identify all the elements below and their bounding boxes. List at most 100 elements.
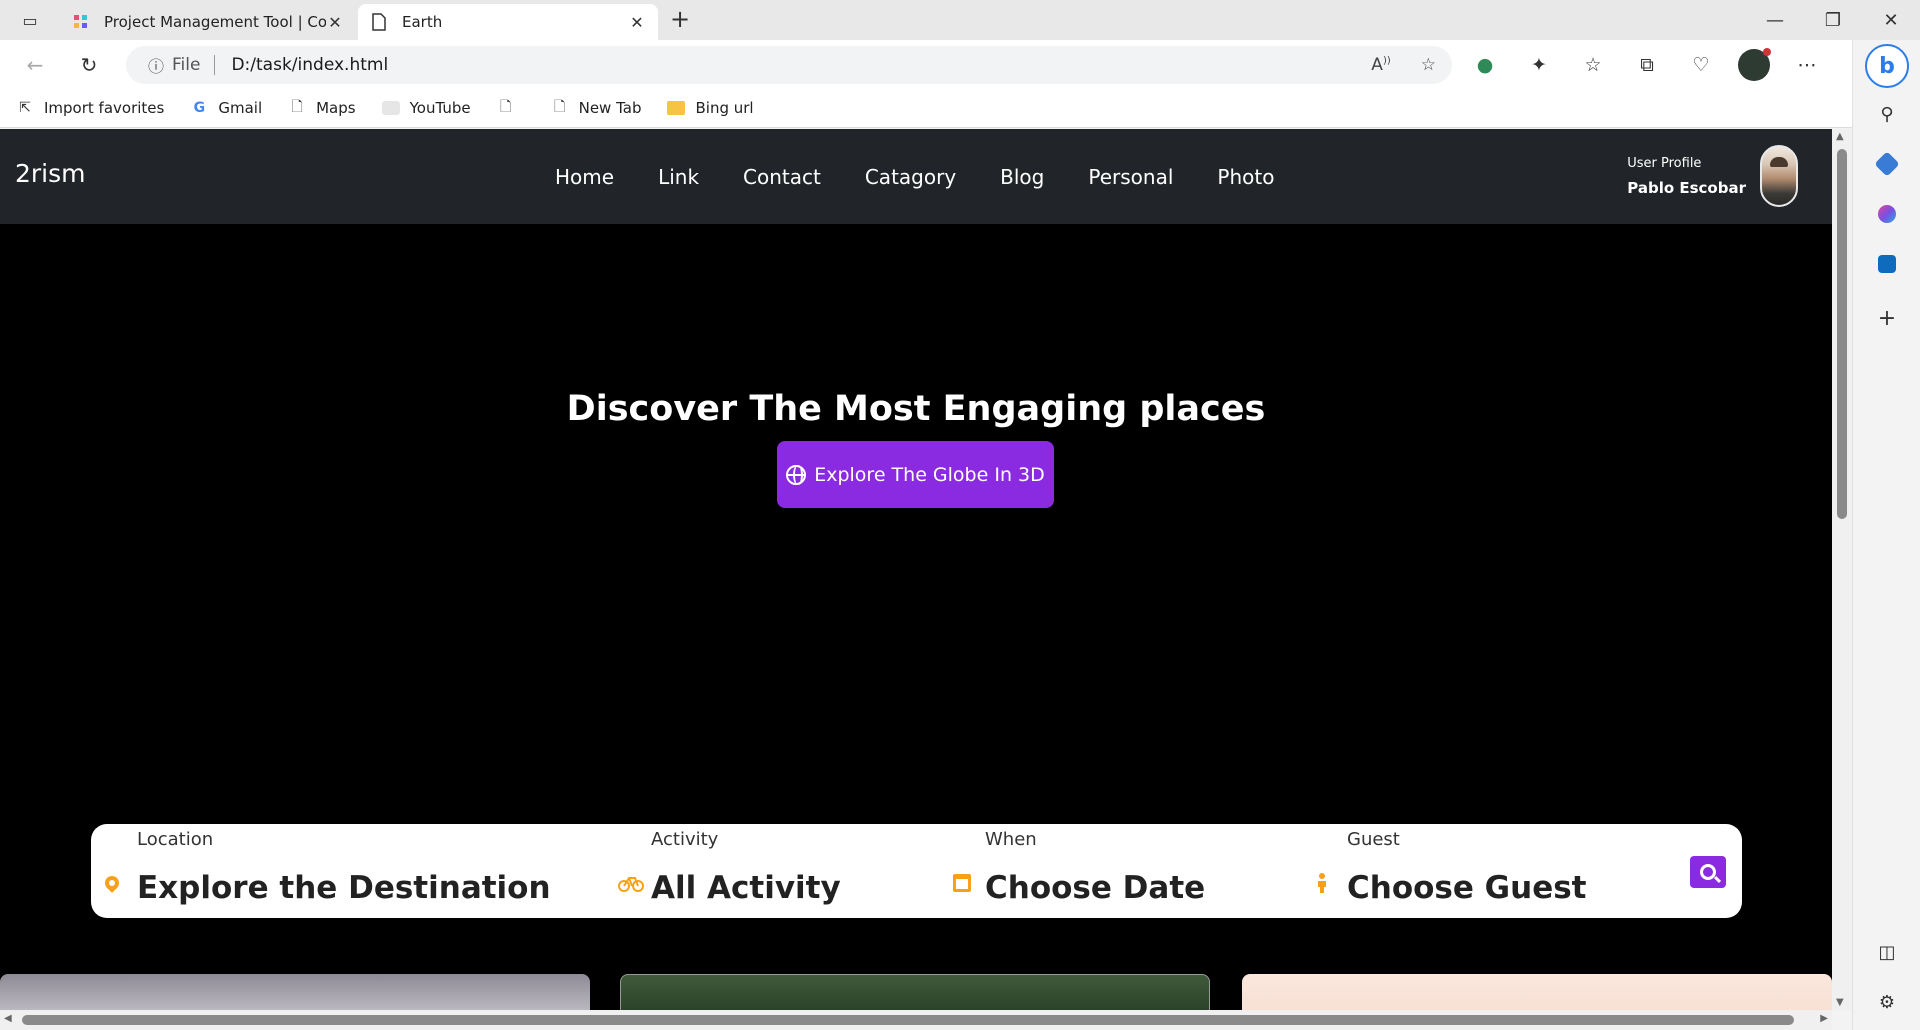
destination-card[interactable] [1242,974,1832,1010]
bookmark-bing-url[interactable]: Bing url [667,98,754,117]
activity-field[interactable]: Activity All Activity [611,824,911,918]
favicon-icon [72,13,90,31]
favorite-star-icon[interactable]: ☆ [1421,55,1436,75]
address-url[interactable]: D:/task/index.html [231,55,388,75]
google-icon: G [193,99,206,116]
explore-globe-button[interactable]: Explore The Globe In 3D [777,441,1054,508]
search-icon[interactable]: ⚲ [1873,100,1901,128]
tab-project-management[interactable]: Project Management Tool | Code ✕ [60,4,356,40]
import-icon: ⇱ [19,99,31,116]
youtube-icon [381,99,400,117]
destination-card[interactable] [0,974,590,1010]
bookmark-label: Bing url [695,98,754,117]
bookmark-youtube[interactable]: YouTube [381,99,471,117]
search-icon [1700,864,1716,880]
tab-strip: ▭ Project Management Tool | Code ✕ Earth… [0,0,1920,40]
profile-label: User Profile [1627,155,1702,171]
search-panel: Location Explore the Destination Activit… [91,824,1742,918]
scroll-up-icon[interactable]: ▲ [1836,131,1844,142]
close-tab-icon[interactable]: ✕ [628,13,646,32]
window-controls: — ❐ ✕ [1746,0,1920,40]
bookmark-import-favorites[interactable]: ⇱ Import favorites [16,99,164,117]
refresh-icon[interactable]: ↻ [72,48,106,82]
extension-globe-icon[interactable]: ● [1468,48,1502,82]
brand-logo[interactable]: 2rism [15,159,86,188]
nav-personal[interactable]: Personal [1066,165,1195,189]
guest-field[interactable]: Guest Choose Guest [1307,824,1667,918]
maximize-icon[interactable]: ❐ [1804,0,1862,40]
extension-icons: ● ✦ ☆ ⧉ ♡ ⋯ [1468,48,1824,82]
close-tab-icon[interactable]: ✕ [326,13,344,32]
profile-text: User Profile Pablo Escobar [1627,156,1746,197]
favorites-icon[interactable]: ☆ [1576,48,1610,82]
tab-title: Project Management Tool | Code [104,13,326,31]
address-bar[interactable]: ⓘ File D:/task/index.html A)) ☆ [126,46,1452,84]
address-scheme: File [172,55,201,75]
read-aloud-icon[interactable]: A)) [1371,55,1390,75]
bookmark-label: New Tab [578,98,642,117]
bookmark-new-tab[interactable]: 🗋 New Tab [551,99,642,117]
back-icon[interactable]: ← [18,48,52,82]
location-field[interactable]: Location Explore the Destination [91,824,591,918]
extensions-icon[interactable]: ✦ [1522,48,1556,82]
edge-sidebar: b ⚲ + ◫ ⚙ [1852,40,1920,1030]
main-menu: Home Link Contact Catagory Blog Personal… [533,129,1296,224]
settings-gear-icon[interactable]: ⚙ [1873,988,1901,1016]
map-pin-icon [101,872,123,894]
nav-catagory[interactable]: Catagory [843,165,978,189]
nav-contact[interactable]: Contact [721,165,843,189]
destination-card[interactable] [620,974,1210,1010]
nav-photo[interactable]: Photo [1195,165,1296,189]
bookmark-untitled[interactable]: 🗋 [497,99,525,117]
outlook-icon[interactable] [1873,250,1901,278]
vertical-scroll-thumb[interactable] [1837,149,1847,519]
page-icon: 🗋 [291,98,303,115]
activity-label: Activity [651,829,719,850]
when-label: When [985,829,1037,850]
when-value: Choose Date [985,870,1206,906]
collections-icon[interactable]: ⧉ [1630,48,1664,82]
page-icon: 🗋 [499,98,512,115]
profile-avatar-icon[interactable] [1738,48,1771,81]
office-icon[interactable] [1873,200,1901,228]
nav-home[interactable]: Home [533,165,636,189]
user-profile[interactable]: User Profile Pablo Escobar [1627,145,1798,207]
tab-actions-icon[interactable]: ▭ [14,8,46,32]
close-window-icon[interactable]: ✕ [1862,0,1920,40]
scroll-right-icon[interactable]: ▶ [1820,1013,1828,1024]
page-icon: 🗋 [553,98,566,115]
page-viewport: 2rism Home Link Contact Catagory Blog Pe… [0,129,1832,1010]
location-label: Location [137,829,214,850]
scroll-left-icon[interactable]: ◀ [4,1013,12,1024]
nav-link[interactable]: Link [636,165,721,189]
activity-value: All Activity [651,870,841,906]
bookmark-label: Import favorites [44,98,165,117]
bookmark-label: Maps [316,98,356,117]
tab-earth[interactable]: Earth ✕ [358,4,658,40]
bookmark-maps[interactable]: 🗋 Maps [288,99,355,117]
copilot-icon[interactable]: b [1865,44,1909,88]
hero-title: Discover The Most Engaging places [566,389,1266,429]
tab-title: Earth [402,13,443,31]
avatar[interactable] [1760,145,1798,207]
vertical-scrollbar[interactable]: ▲ ▼ [1832,129,1852,1010]
browser-toolbar: ← ↻ ⓘ File D:/task/index.html A)) ☆ ● ✦ … [0,40,1920,88]
horizontal-scroll-thumb[interactable] [22,1015,1794,1025]
horizontal-scrollbar[interactable]: ◀ ▶ [0,1010,1832,1030]
person-icon [1311,872,1333,894]
search-submit-button[interactable] [1690,856,1726,888]
browser-essentials-icon[interactable]: ♡ [1684,48,1718,82]
minimize-icon[interactable]: — [1746,0,1804,40]
site-navbar: 2rism Home Link Contact Catagory Blog Pe… [0,129,1832,224]
shopping-tag-icon[interactable] [1873,150,1901,178]
add-sidebar-icon[interactable]: + [1873,304,1901,332]
info-icon[interactable]: ⓘ [148,53,164,77]
more-menu-icon[interactable]: ⋯ [1790,48,1824,82]
bookmark-gmail[interactable]: G Gmail [190,99,263,117]
nav-blog[interactable]: Blog [978,165,1066,189]
scroll-down-icon[interactable]: ▼ [1836,997,1844,1008]
when-field[interactable]: When Choose Date [947,824,1267,918]
address-actions: A)) ☆ [1371,46,1436,84]
split-screen-icon[interactable]: ◫ [1873,938,1901,966]
new-tab-button[interactable]: + [664,6,696,34]
